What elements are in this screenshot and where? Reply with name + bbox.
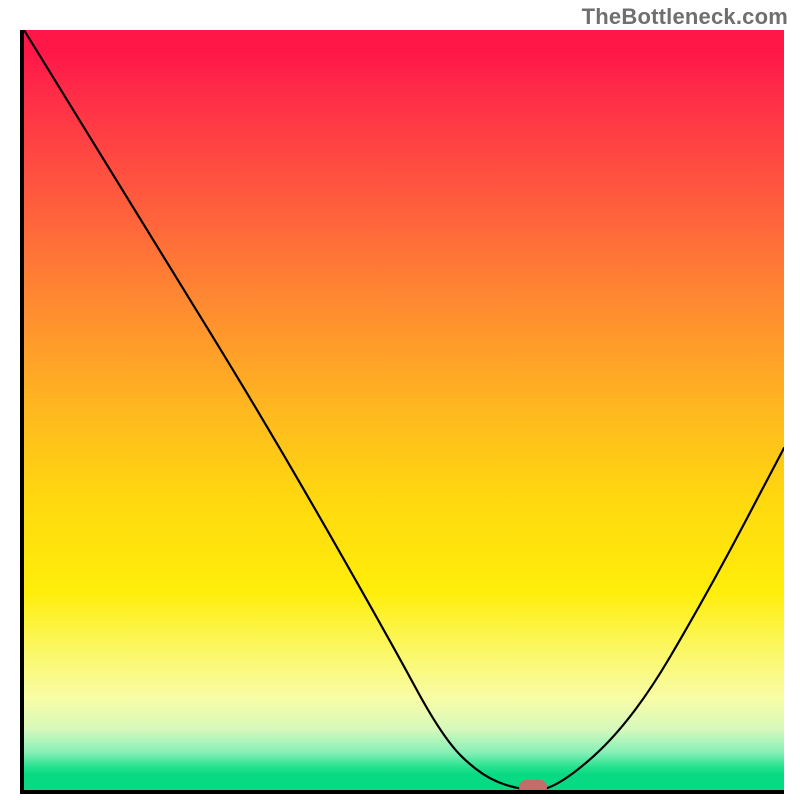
plot-area (20, 30, 784, 794)
bottleneck-curve (24, 30, 784, 790)
optimal-point-marker (519, 780, 547, 794)
curve-path (24, 30, 784, 790)
chart-container: TheBottleneck.com (0, 0, 800, 800)
watermark-text: TheBottleneck.com (582, 4, 788, 30)
